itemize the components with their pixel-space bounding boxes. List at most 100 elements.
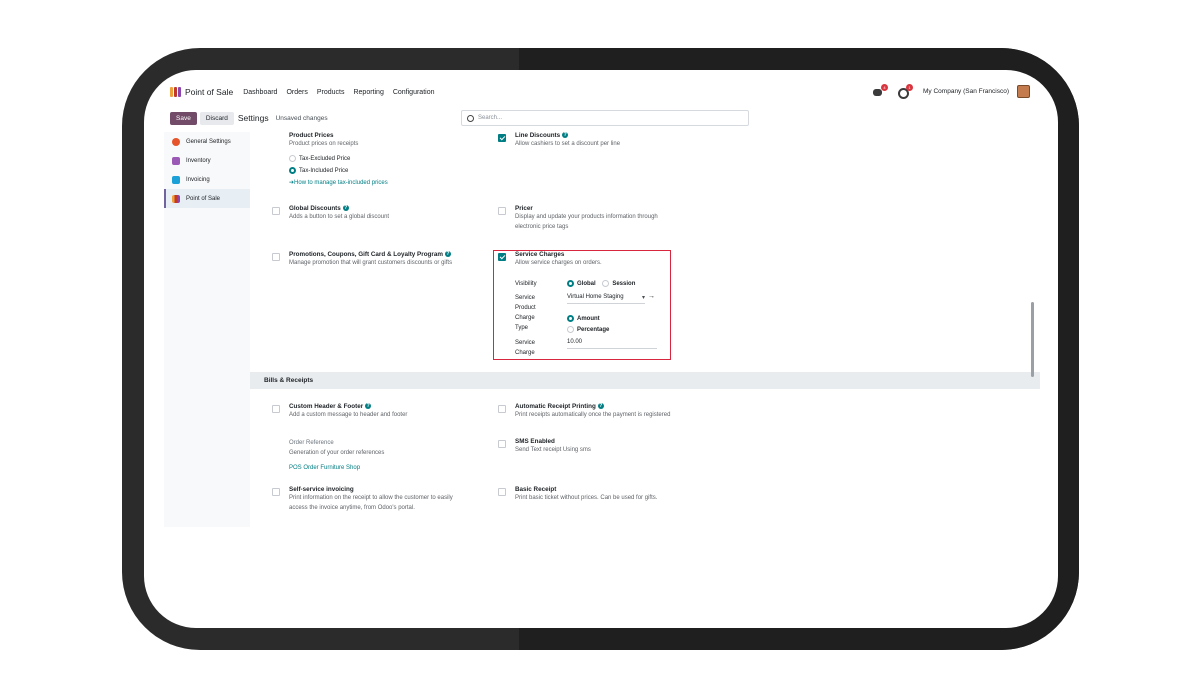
service-product-select[interactable]: Virtual Home Staging ▾ — [567, 294, 645, 304]
setting-global-discounts: Global Discounts? Adds a button to set a… — [289, 205, 499, 222]
odoo-app: Point of Sale Dashboard Orders Products … — [164, 77, 1048, 527]
self-invoicing-checkbox[interactable] — [272, 488, 280, 496]
setting-sms: SMS Enabled Send Text receipt Using sms — [515, 438, 775, 455]
inventory-icon — [172, 156, 180, 165]
setting-desc: Print receipts automatically once the pa… — [515, 412, 671, 418]
setting-promotions: Promotions, Coupons, Gift Card & Loyalty… — [289, 251, 499, 268]
order-reference-link[interactable]: POS Order Furniture Shop — [289, 465, 499, 471]
menu-products[interactable]: Products — [317, 89, 345, 96]
visibility-radio-group: Global Session — [567, 280, 635, 287]
clock-icon[interactable]: 1 — [898, 83, 914, 99]
discard-button[interactable]: Discard — [199, 111, 234, 125]
setting-desc: Allow cashiers to set a discount per lin… — [515, 141, 621, 147]
control-panel: Save Discard Settings Unsaved changes Se… — [170, 108, 1048, 128]
menu-reporting[interactable]: Reporting — [353, 89, 383, 96]
menu-configuration[interactable]: Configuration — [393, 89, 435, 96]
help-icon[interactable]: ? — [365, 403, 372, 410]
radio-tax-excluded[interactable]: Tax-Excluded Price — [289, 153, 499, 165]
setting-desc: Generation of your order references — [289, 450, 385, 456]
pos-app-icon — [170, 87, 181, 97]
service-charges-checkbox[interactable] — [498, 253, 506, 261]
line-discounts-checkbox[interactable] — [498, 134, 506, 142]
setting-pricer: Pricer Display and update your products … — [515, 205, 775, 232]
service-charge-label: Service Charge — [515, 340, 536, 356]
radio-session[interactable]: Session — [602, 280, 635, 287]
sms-checkbox[interactable] — [498, 440, 506, 448]
help-icon[interactable]: ? — [562, 132, 569, 139]
sidebar-item-point-of-sale[interactable]: Point of Sale — [164, 189, 250, 208]
setting-self-invoicing: Self-service invoicing Print information… — [289, 486, 499, 513]
setting-title: Global Discounts — [289, 205, 341, 212]
help-icon[interactable]: ? — [342, 205, 349, 212]
setting-desc: Allow service charges on orders. — [515, 260, 602, 266]
setting-title: Self-service invoicing — [289, 486, 354, 493]
menu-orders[interactable]: Orders — [286, 89, 307, 96]
visibility-label: Visibility — [515, 281, 537, 287]
internal-link-arrow-icon[interactable]: → — [648, 293, 655, 300]
setting-title: Custom Header & Footer — [289, 403, 364, 410]
setting-desc: Print information on the receipt to allo… — [289, 495, 453, 501]
general-settings-icon — [172, 137, 180, 146]
setting-service-charges: Service Charges Allow service charges on… — [515, 251, 665, 268]
navbar-systray: 4 1 My Company (San Francisco) — [873, 83, 1030, 99]
search-placeholder: Search... — [478, 115, 503, 121]
help-icon[interactable]: ? — [444, 251, 451, 258]
setting-order-reference: Order Reference Generation of your order… — [289, 438, 499, 471]
search-icon — [467, 114, 474, 122]
promotions-checkbox[interactable] — [272, 253, 280, 261]
setting-auto-receipt: Automatic Receipt Printing? Print receip… — [515, 403, 795, 420]
tax-included-link[interactable]: ➔How to manage tax-included prices — [289, 179, 499, 186]
pricer-checkbox[interactable] — [498, 207, 506, 215]
setting-desc: Manage promotion that will grant custome… — [289, 260, 453, 266]
section-bills-receipts: Bills & Receipts — [250, 372, 1040, 389]
auto-receipt-checkbox[interactable] — [498, 405, 506, 413]
sidebar-item-invoicing[interactable]: Invoicing — [164, 170, 250, 189]
setting-title: Basic Receipt — [515, 486, 557, 493]
radio-percentage[interactable]: Percentage — [567, 325, 609, 336]
save-button[interactable]: Save — [170, 111, 197, 125]
radio-amount[interactable]: Amount — [567, 314, 609, 325]
setting-basic-receipt: Basic Receipt Print basic ticket without… — [515, 486, 775, 503]
company-switcher[interactable]: My Company (San Francisco) — [923, 88, 1009, 95]
setting-title: Automatic Receipt Printing — [515, 403, 596, 410]
menu-dashboard[interactable]: Dashboard — [243, 89, 277, 96]
setting-line-discounts: Line Discounts? Allow cashiers to set a … — [515, 132, 775, 149]
dropdown-caret-icon: ▾ — [641, 295, 645, 301]
sidebar-item-label: General Settings — [186, 138, 231, 145]
setting-custom-header: Custom Header & Footer? Add a custom mes… — [289, 403, 499, 420]
search-input[interactable]: Search... — [461, 110, 749, 126]
help-icon[interactable]: ? — [597, 403, 604, 410]
avatar[interactable] — [1017, 85, 1030, 98]
top-navbar: Point of Sale Dashboard Orders Products … — [164, 77, 1048, 107]
setting-title: Order Reference — [289, 440, 334, 446]
setting-desc: Print basic ticket without prices. Can b… — [515, 495, 658, 501]
settings-content: Product Prices Product prices on receipt… — [250, 132, 1040, 527]
charge-type-label: Charge Type — [515, 315, 535, 331]
scrollbar[interactable] — [1031, 132, 1034, 527]
basic-receipt-checkbox[interactable] — [498, 488, 506, 496]
setting-desc: Add a custom message to header and foote… — [289, 412, 408, 418]
main-menu: Dashboard Orders Products Reporting Conf… — [243, 89, 434, 96]
pos-icon — [172, 194, 180, 203]
app-logo[interactable]: Point of Sale — [170, 87, 233, 97]
sidebar-item-general-settings[interactable]: General Settings — [164, 132, 250, 151]
scrollbar-thumb[interactable] — [1031, 302, 1034, 377]
service-charge-input[interactable]: 10.00 — [567, 339, 657, 349]
radio-tax-included[interactable]: Tax-Included Price — [289, 165, 499, 177]
screen: Point of Sale Dashboard Orders Products … — [144, 70, 1058, 628]
sidebar-item-label: Invoicing — [186, 176, 210, 183]
app-name: Point of Sale — [185, 87, 234, 97]
radio-global[interactable]: Global — [567, 280, 596, 287]
breadcrumb: Settings — [237, 113, 269, 123]
sidebar-item-label: Inventory — [186, 157, 211, 164]
sidebar-item-label: Point of Sale — [186, 195, 221, 202]
setting-desc: Adds a button to set a global discount — [289, 214, 390, 220]
setting-desc: Send Text receipt Using sms — [515, 447, 591, 453]
setting-title: Service Charges — [515, 251, 565, 258]
sidebar-item-inventory[interactable]: Inventory — [164, 151, 250, 170]
unsaved-status: Unsaved changes — [275, 114, 328, 122]
custom-header-checkbox[interactable] — [272, 405, 280, 413]
chat-icon[interactable]: 4 — [873, 83, 889, 97]
global-discounts-checkbox[interactable] — [272, 207, 280, 215]
setting-title: Product Prices — [289, 132, 334, 139]
